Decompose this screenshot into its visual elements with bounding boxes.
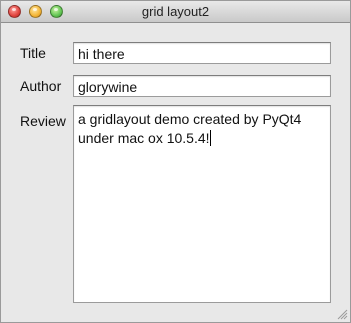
review-text: a gridlayout demo created by PyQt4 under… [78, 111, 302, 146]
window-title: grid layout2 [141, 4, 210, 19]
app-window: grid layout2 Title hi there Author glory… [0, 0, 351, 323]
review-label: Review [20, 113, 66, 129]
author-input[interactable]: glorywine [73, 75, 331, 97]
text-caret [209, 130, 211, 146]
title-input[interactable]: hi there [73, 42, 331, 64]
resize-grip-icon[interactable] [337, 309, 348, 320]
author-label: Author [20, 78, 62, 94]
title-label: Title [20, 45, 46, 61]
title-bar[interactable]: grid layout2 [1, 1, 350, 23]
review-textarea[interactable]: a gridlayout demo created by PyQt4 under… [73, 105, 331, 303]
